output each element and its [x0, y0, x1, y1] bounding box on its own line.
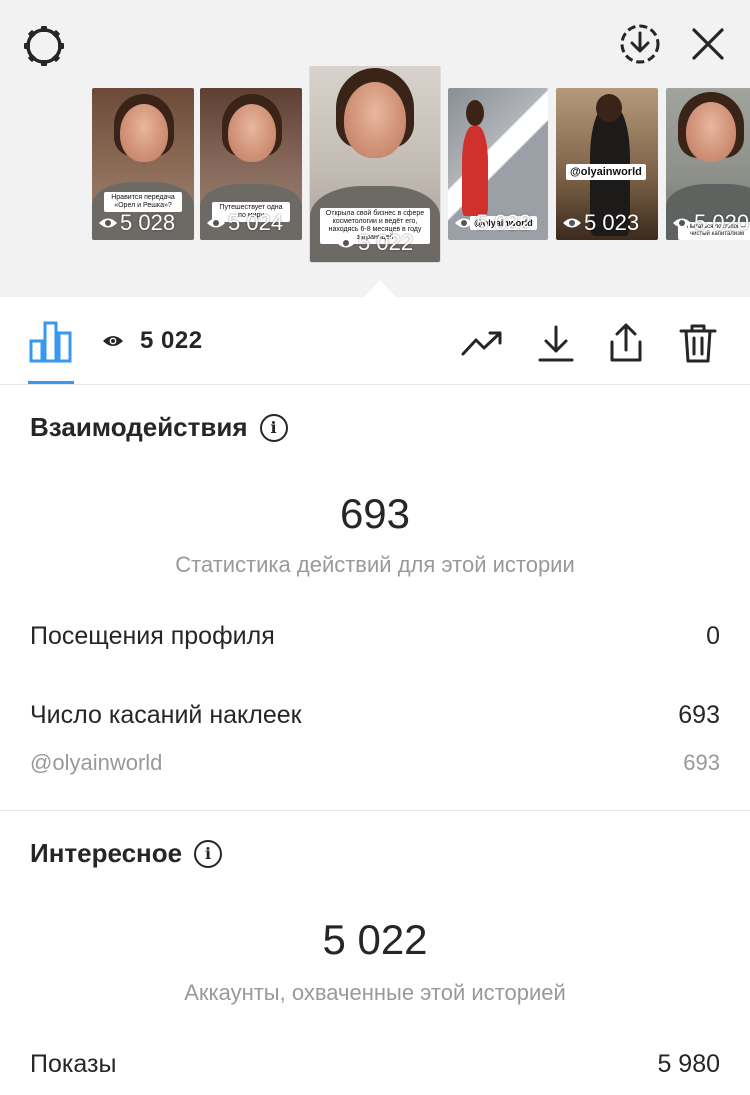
interactions-header: Взаимодействия i — [30, 412, 288, 443]
story-views: 5 022 — [336, 230, 413, 256]
delete-button[interactable] — [676, 321, 720, 365]
story-thumbnail[interactable]: @olyainworld 5 023 — [556, 88, 658, 240]
stat-value: 693 — [678, 701, 720, 729]
story-views-count: 5 024 — [228, 210, 284, 235]
discovery-subtitle: Аккаунты, охваченные этой историей — [184, 980, 566, 1005]
info-icon[interactable]: i — [194, 839, 223, 868]
discovery-total: 5 022 — [322, 916, 428, 963]
stories-header: Нравится передача «Орел и Решка»? 5 028 … — [0, 0, 750, 297]
stat-row: Посещения профиля 0 — [30, 622, 720, 651]
stat-value: 5 980 — [657, 1050, 720, 1078]
section-title: Интересное — [30, 838, 183, 868]
download-circle-icon — [620, 24, 660, 64]
views-summary: 5 022 — [102, 327, 203, 355]
interactions-subtitle: Статистика действий для этой истории — [175, 552, 575, 577]
eye-icon — [207, 218, 225, 228]
stat-row: Показы 5 980 — [30, 1050, 720, 1079]
download-story-button[interactable] — [616, 20, 664, 68]
views-count: 5 022 — [140, 327, 203, 354]
save-button[interactable] — [534, 321, 578, 365]
story-thumbnail[interactable]: Нравится передача «Орел и Решка»? 5 028 — [92, 88, 194, 240]
story-views: 5 020 — [672, 210, 749, 236]
info-icon[interactable]: i — [259, 413, 288, 442]
download-icon — [538, 325, 574, 362]
story-thumbnail[interactable]: @olyainworld 5 022 — [448, 88, 548, 240]
story-mention-tag: @olyainworld — [566, 164, 646, 180]
close-button[interactable] — [684, 20, 732, 68]
story-thumbnail[interactable]: Путешествует одна по миру 5 024 — [200, 88, 302, 240]
story-views: 5 024 — [206, 210, 283, 236]
story-views: 5 022 — [454, 210, 531, 236]
stat-value: 0 — [706, 622, 720, 650]
story-views-count: 5 028 — [120, 210, 176, 235]
tab-insights[interactable] — [28, 319, 74, 363]
story-caption: Нравится передача «Орел и Решка»? — [104, 192, 182, 212]
section-title: Взаимодействия — [30, 412, 248, 442]
story-views: 5 023 — [562, 210, 639, 236]
story-views-count: 5 020 — [694, 210, 750, 235]
selected-story-pointer — [364, 280, 396, 297]
stat-label: Число касаний наклеек — [30, 701, 302, 729]
story-views-count: 5 023 — [584, 210, 640, 235]
eye-icon — [563, 218, 581, 228]
share-icon — [610, 323, 642, 362]
trending-icon — [461, 331, 502, 356]
active-tab-indicator — [28, 381, 74, 384]
eye-icon — [337, 238, 355, 248]
stat-sub-row: @olyainworld 693 — [30, 750, 720, 776]
stat-sub-value: 693 — [683, 750, 720, 775]
story-thumbnail-selected[interactable]: Открыла свой бизнес в сфере косметологии… — [310, 66, 440, 262]
bar-chart-icon — [29, 321, 72, 363]
stat-label: Посещения профиля — [30, 622, 275, 650]
promote-button[interactable] — [460, 321, 504, 365]
section-divider — [0, 810, 750, 811]
share-button[interactable] — [604, 321, 648, 365]
stat-sub-label: @olyainworld — [30, 750, 163, 775]
story-views-count: 5 022 — [476, 210, 532, 235]
story-views-count: 5 022 — [358, 230, 414, 255]
close-icon — [692, 28, 724, 60]
stat-row: Число касаний наклеек 693 — [30, 701, 720, 730]
eye-icon — [673, 218, 691, 228]
trash-icon — [679, 324, 717, 363]
story-views: 5 028 — [98, 210, 175, 236]
stat-label: Показы — [30, 1050, 117, 1078]
interactions-total: 693 — [339, 490, 411, 537]
eye-icon — [103, 336, 123, 346]
discovery-header: Интересное i — [30, 838, 223, 869]
story-thumbnail[interactable]: Пытаться поступок — чистый капитализм 5 … — [666, 88, 750, 240]
story-thumbnails: Нравится передача «Орел и Решка»? 5 028 … — [0, 66, 750, 266]
story-toolbar: 5 022 — [0, 297, 750, 385]
eye-icon — [455, 218, 473, 228]
eye-icon — [99, 218, 117, 228]
settings-button[interactable] — [20, 22, 68, 70]
gear-icon — [24, 26, 64, 66]
